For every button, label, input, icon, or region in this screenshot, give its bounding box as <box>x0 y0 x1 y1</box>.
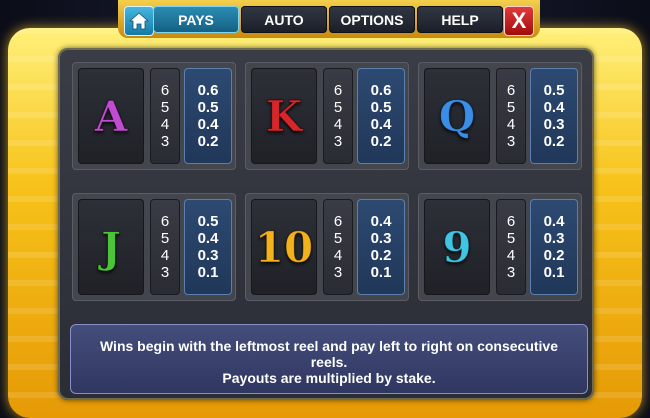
count: 6 <box>333 213 343 230</box>
payout-column: 0.5 0.4 0.3 0.1 <box>184 199 232 295</box>
count-column: 6 5 4 3 <box>323 199 353 295</box>
payout: 0.2 <box>543 133 565 150</box>
pay-card-Q: Q 6 5 4 3 0.5 0.4 0.3 0.2 <box>418 62 582 170</box>
payout: 0.3 <box>543 230 565 247</box>
symbol-9-icon: 9 <box>442 222 472 272</box>
payout-column: 0.4 0.3 0.2 0.1 <box>530 199 578 295</box>
count-column: 6 5 4 3 <box>150 68 180 164</box>
payout-column: 0.6 0.5 0.4 0.2 <box>357 68 405 164</box>
pay-card-9: 9 6 5 4 3 0.4 0.3 0.2 0.1 <box>418 193 582 301</box>
payout: 0.6 <box>197 82 219 99</box>
count: 6 <box>160 82 170 99</box>
count: 4 <box>333 116 343 133</box>
payout: 0.2 <box>370 247 392 264</box>
count: 5 <box>333 99 343 116</box>
count: 5 <box>506 99 516 116</box>
symbol-box: Q <box>424 68 490 164</box>
count: 4 <box>506 247 516 264</box>
symbol-j-icon: J <box>101 222 122 272</box>
tab-auto[interactable]: AUTO <box>241 6 327 33</box>
rules-text-line1: Wins begin with the leftmost reel and pa… <box>99 338 559 370</box>
symbol-q-icon: Q <box>438 91 476 141</box>
payout: 0.5 <box>370 99 392 116</box>
payout: 0.4 <box>197 230 219 247</box>
payout: 0.5 <box>543 82 565 99</box>
count-column: 6 5 4 3 <box>496 199 526 295</box>
payout: 0.4 <box>543 99 565 116</box>
count: 3 <box>160 264 170 281</box>
payout-column: 0.4 0.3 0.2 0.1 <box>357 199 405 295</box>
payout: 0.1 <box>370 264 392 281</box>
count: 4 <box>160 116 170 133</box>
count: 3 <box>333 133 343 150</box>
payout: 0.2 <box>543 247 565 264</box>
count: 5 <box>160 99 170 116</box>
pay-card-10: 10 6 5 4 3 0.4 0.3 0.2 0.1 <box>245 193 409 301</box>
home-icon <box>129 12 149 30</box>
symbol-box: 10 <box>251 199 317 295</box>
payout: 0.4 <box>197 116 219 133</box>
close-button[interactable]: X <box>504 6 534 36</box>
payout: 0.4 <box>370 116 392 133</box>
count: 4 <box>506 116 516 133</box>
payout: 0.4 <box>370 213 392 230</box>
count-column: 6 5 4 3 <box>323 68 353 164</box>
count: 6 <box>506 82 516 99</box>
count: 3 <box>333 264 343 281</box>
payout: 0.2 <box>370 133 392 150</box>
tab-options[interactable]: OPTIONS <box>329 6 415 33</box>
symbol-k-icon: K <box>265 91 303 141</box>
symbol-box: J <box>78 199 144 295</box>
symbol-a-icon: A <box>94 91 128 141</box>
count: 4 <box>333 247 343 264</box>
count-column: 6 5 4 3 <box>150 199 180 295</box>
pay-card-J: J 6 5 4 3 0.5 0.4 0.3 0.1 <box>72 193 236 301</box>
payout: 0.5 <box>197 99 219 116</box>
symbol-10-icon: 10 <box>254 222 314 272</box>
count: 3 <box>160 133 170 150</box>
tab-help[interactable]: HELP <box>417 6 503 33</box>
payout-column: 0.5 0.4 0.3 0.2 <box>530 68 578 164</box>
count: 6 <box>333 82 343 99</box>
count: 5 <box>333 230 343 247</box>
symbol-box: 9 <box>424 199 490 295</box>
payout: 0.2 <box>197 133 219 150</box>
payout: 0.6 <box>370 82 392 99</box>
payout: 0.1 <box>543 264 565 281</box>
tab-pays[interactable]: PAYS <box>153 6 239 33</box>
payout: 0.3 <box>197 247 219 264</box>
symbol-box: A <box>78 68 144 164</box>
count: 6 <box>160 213 170 230</box>
rules-text-line2: Payouts are multiplied by stake. <box>222 370 436 386</box>
count: 4 <box>160 247 170 264</box>
count: 5 <box>506 230 516 247</box>
pay-card-K: K 6 5 4 3 0.6 0.5 0.4 0.2 <box>245 62 409 170</box>
count: 5 <box>160 230 170 247</box>
payout: 0.5 <box>197 213 219 230</box>
count: 3 <box>506 264 516 281</box>
close-icon: X <box>511 8 527 33</box>
payout: 0.3 <box>370 230 392 247</box>
home-button[interactable] <box>124 6 154 36</box>
count-column: 6 5 4 3 <box>496 68 526 164</box>
payout: 0.4 <box>543 213 565 230</box>
payout: 0.3 <box>543 116 565 133</box>
payout: 0.1 <box>197 264 219 281</box>
payout-column: 0.6 0.5 0.4 0.2 <box>184 68 232 164</box>
count: 6 <box>506 213 516 230</box>
rules-info-box: Wins begin with the leftmost reel and pa… <box>70 324 588 394</box>
pay-card-A: A 6 5 4 3 0.6 0.5 0.4 0.2 <box>72 62 236 170</box>
count: 3 <box>506 133 516 150</box>
symbol-box: K <box>251 68 317 164</box>
